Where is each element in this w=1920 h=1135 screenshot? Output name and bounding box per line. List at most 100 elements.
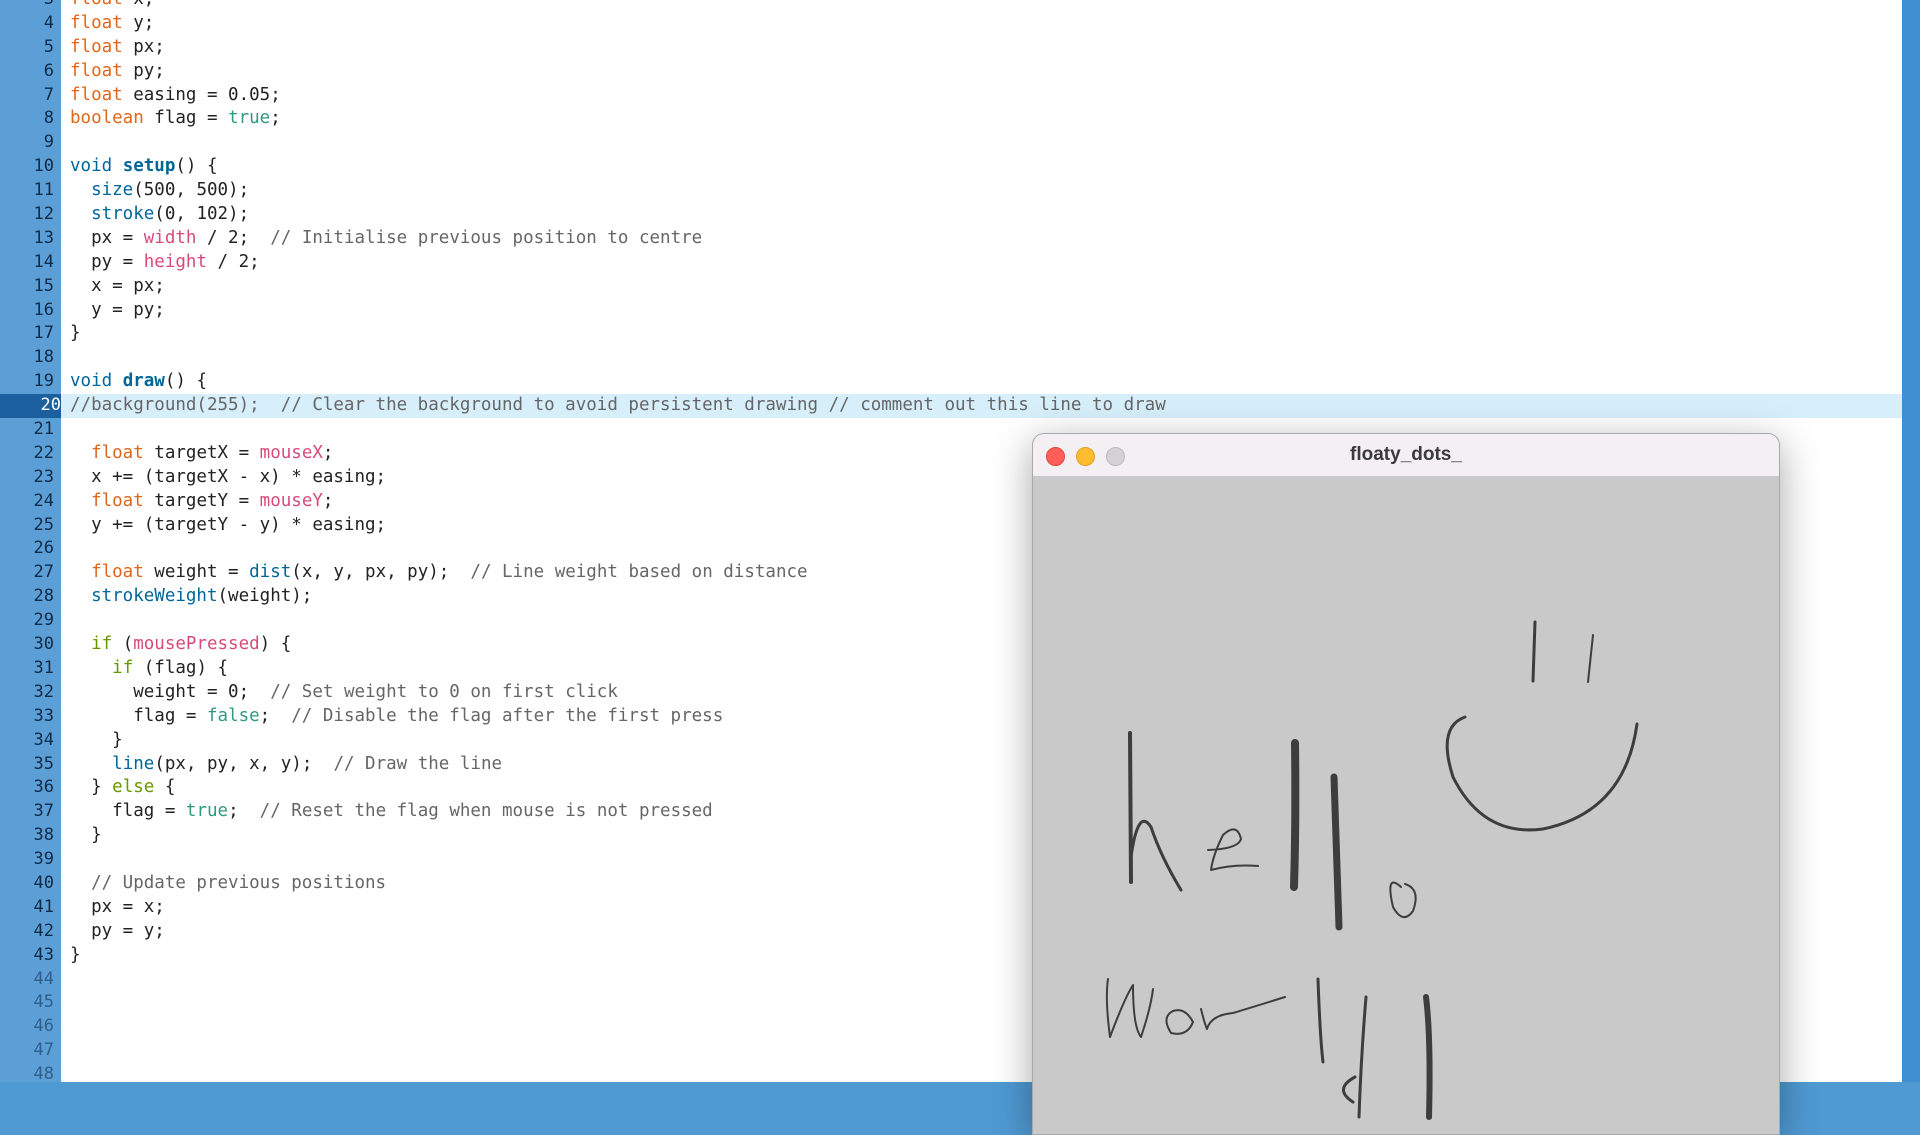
code-text: flag = true; // Reset the flag when mous… bbox=[70, 800, 713, 824]
code-text: } bbox=[70, 944, 81, 968]
code-token: true bbox=[185, 801, 229, 822]
code-text: void setup() { bbox=[70, 155, 218, 179]
sketch-titlebar[interactable]: floaty_dots_ bbox=[1033, 434, 1779, 477]
code-token: width bbox=[143, 227, 197, 248]
code-text: // Update previous positions bbox=[70, 872, 386, 896]
line-number: 4 bbox=[43, 12, 54, 33]
code-token: ) { bbox=[259, 634, 292, 655]
editor-scrollbar[interactable] bbox=[1902, 0, 1920, 1082]
handwritten-drawing bbox=[1105, 620, 1639, 1120]
line-number: 32 bbox=[33, 681, 54, 702]
code-text: px = width / 2; // Initialise previous p… bbox=[70, 227, 702, 251]
line-number: 24 bbox=[33, 490, 54, 511]
code-line[interactable]: 16 y = py; bbox=[0, 299, 1902, 323]
line-number: 13 bbox=[33, 227, 54, 248]
code-token: // Line weight based on distance bbox=[470, 562, 808, 583]
stroke-l1 bbox=[1290, 739, 1300, 891]
line-number: 45 bbox=[33, 992, 54, 1013]
code-line[interactable]: 9 bbox=[0, 131, 1902, 155]
code-text: flag = false; // Disable the flag after … bbox=[70, 705, 723, 729]
line-number: 41 bbox=[33, 896, 54, 917]
stroke-d bbox=[1342, 995, 1368, 1119]
code-line[interactable]: 11 size(500, 500); bbox=[0, 179, 1902, 203]
code-line[interactable]: 19 void draw() { bbox=[0, 370, 1902, 394]
code-text: x += (targetX - x) * easing; bbox=[70, 466, 386, 490]
code-text: py = height / 2; bbox=[70, 251, 260, 275]
code-token: line bbox=[112, 753, 155, 774]
code-token: ; bbox=[322, 490, 334, 511]
code-token: py = bbox=[70, 251, 144, 272]
line-number: 36 bbox=[33, 777, 54, 798]
code-token: / 2; bbox=[206, 251, 260, 272]
code-token: px = x; bbox=[70, 896, 165, 917]
line-number: 12 bbox=[33, 204, 54, 225]
code-token: () { bbox=[164, 371, 208, 392]
code-text: float weight = dist(x, y, px, py); // Li… bbox=[70, 561, 808, 585]
code-line[interactable]: 5 float px; bbox=[0, 36, 1902, 60]
code-token: dist bbox=[249, 562, 292, 583]
stroke-W bbox=[1105, 978, 1154, 1038]
code-token: // Reset the flag when mouse is not pres… bbox=[259, 801, 713, 822]
code-text: float targetY = mouseY; bbox=[70, 490, 333, 514]
code-token: float bbox=[91, 490, 144, 511]
code-token: mouseY bbox=[259, 490, 323, 511]
code-token: targetY = bbox=[143, 490, 260, 511]
code-token: px = bbox=[70, 227, 144, 248]
code-line[interactable]: 6 float py; bbox=[0, 60, 1902, 84]
stroke-eye-right bbox=[1587, 634, 1594, 683]
code-token: weight = 0; bbox=[70, 681, 271, 702]
code-text: float py; bbox=[70, 60, 165, 84]
code-token: // Set weight to 0 on first click bbox=[270, 681, 618, 702]
code-line[interactable]: 15 x = px; bbox=[0, 275, 1902, 299]
code-line[interactable]: 20 //background(255); // Clear the backgr… bbox=[0, 394, 1902, 419]
code-line[interactable]: 12 stroke(0, 102); bbox=[0, 203, 1902, 227]
code-line[interactable]: 8 boolean flag = true; bbox=[0, 107, 1902, 131]
code-token: mouseX bbox=[259, 442, 323, 463]
code-line[interactable]: 13 px = width / 2; // Initialise previou… bbox=[0, 227, 1902, 251]
code-token: (0, 102); bbox=[154, 204, 250, 225]
line-number: 16 bbox=[33, 299, 54, 320]
stroke-eye-left bbox=[1531, 620, 1537, 683]
code-token: easing = 0.05; bbox=[122, 84, 281, 105]
code-token: (weight); bbox=[217, 586, 313, 607]
code-text: float targetX = mouseX; bbox=[70, 442, 333, 466]
stroke-l3 bbox=[1316, 977, 1325, 1064]
line-number: 46 bbox=[33, 1016, 54, 1037]
line-number: 37 bbox=[33, 801, 54, 822]
code-token: true bbox=[228, 108, 271, 129]
sketch-window[interactable]: floaty_dots_ bbox=[1032, 433, 1780, 1135]
sketch-canvas[interactable] bbox=[1033, 477, 1779, 1134]
line-number: 33 bbox=[33, 705, 54, 726]
code-token: y; bbox=[122, 12, 155, 33]
code-token: stroke bbox=[91, 204, 155, 225]
code-line[interactable]: 18 bbox=[0, 346, 1902, 370]
line-number: 15 bbox=[33, 275, 54, 296]
line-number: 20 bbox=[0, 394, 61, 419]
code-token: } bbox=[70, 944, 81, 965]
line-number: 3 bbox=[0, 0, 54, 12]
code-line[interactable]: 4 float y; bbox=[0, 12, 1902, 36]
code-token: if bbox=[112, 657, 134, 678]
code-text: weight = 0; // Set weight to 0 on first … bbox=[70, 681, 618, 705]
code-line[interactable]: 17} bbox=[0, 322, 1902, 346]
code-line[interactable]: 3 float x; bbox=[0, 0, 1902, 12]
stroke-o2 bbox=[1165, 1009, 1194, 1035]
stroke-h-stem bbox=[1128, 731, 1133, 884]
code-text: y = py; bbox=[70, 299, 165, 323]
code-token: flag = bbox=[143, 108, 229, 129]
line-number: 7 bbox=[43, 84, 54, 105]
sketch-window-title: floaty_dots_ bbox=[1350, 444, 1462, 465]
code-token: // Draw the line bbox=[333, 753, 503, 774]
code-line[interactable]: 14 py = height / 2; bbox=[0, 251, 1902, 275]
line-number: 6 bbox=[43, 60, 54, 81]
code-line[interactable]: 10 void setup() { bbox=[0, 155, 1902, 179]
code-token: void bbox=[70, 371, 113, 392]
code-token: // Disable the flag after the first pres… bbox=[291, 705, 724, 726]
code-line[interactable]: 7 float easing = 0.05; bbox=[0, 84, 1902, 108]
